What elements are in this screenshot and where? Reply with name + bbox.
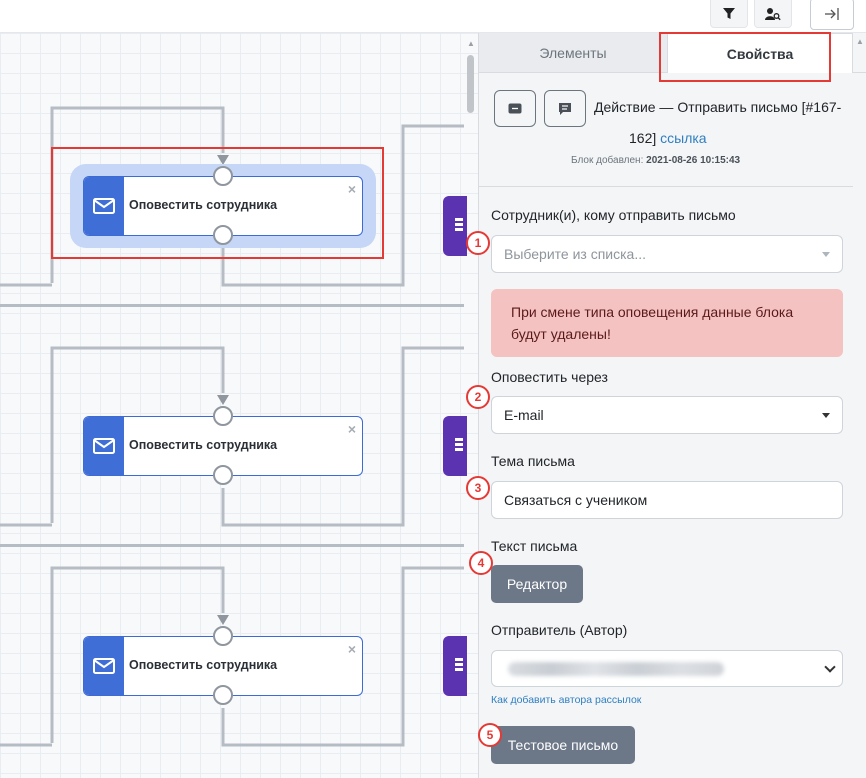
collapse-panel-icon: [825, 8, 839, 20]
canvas-scrollbar[interactable]: [467, 55, 474, 113]
block-added-date: Блок добавлен: 2021-08-26 10:15:43: [571, 155, 741, 166]
annotation-marker-2: 2: [466, 385, 490, 409]
block-info: Действие — Отправить письмо [#167- 162] …: [479, 74, 853, 187]
action-title: Действие — Отправить письмо [#167-: [594, 99, 842, 115]
message-button[interactable]: [544, 90, 586, 127]
employee-label: Сотрудник(и), кому отправить письмо: [491, 207, 736, 223]
subject-label: Тема письма: [491, 453, 575, 469]
envelope-icon: [84, 637, 124, 695]
dropdown-caret-icon: [822, 252, 830, 257]
warning-alert: При смене типа оповещения данные блока б…: [491, 289, 843, 357]
comment-icon: [508, 103, 522, 113]
collapse-panel-button[interactable]: [810, 0, 854, 30]
close-icon[interactable]: ×: [348, 422, 356, 436]
sender-value-redacted: [508, 662, 724, 676]
annotation-marker-3: 3: [466, 476, 490, 500]
annotation-marker-5: 5: [478, 723, 502, 747]
filter-button[interactable]: [710, 0, 748, 28]
annotation-tab-highlight: [659, 32, 831, 82]
scroll-up-arrow[interactable]: ▲: [467, 39, 475, 48]
close-icon[interactable]: ×: [348, 642, 356, 656]
top-toolbar: [0, 0, 866, 33]
employee-select[interactable]: Выберите из списка...: [491, 235, 843, 273]
test-email-button[interactable]: Тестовое письмо: [491, 726, 635, 764]
filter-icon: [723, 7, 735, 19]
group-separator: [0, 544, 464, 547]
block-link[interactable]: ссылка: [660, 130, 706, 146]
notify-via-select[interactable]: E-mail: [491, 396, 843, 434]
chevron-down-icon: [824, 661, 836, 673]
panel-scroll-up-arrow[interactable]: ▲: [856, 37, 864, 46]
input-port[interactable]: [213, 626, 233, 646]
action-node-partial[interactable]: [443, 416, 467, 476]
notify-via-label: Оповестить через: [491, 369, 608, 385]
tab-elements[interactable]: Элементы: [479, 33, 667, 73]
dropdown-caret-icon: [822, 413, 830, 418]
annotation-highlight-box: [51, 147, 384, 259]
body-label: Текст письма: [491, 538, 578, 554]
sender-label: Отправитель (Автор): [491, 622, 628, 638]
properties-panel: Элементы Свойства ▲ Действие — Отправить…: [478, 33, 866, 778]
action-title-continued: 162] ссылка: [629, 130, 707, 146]
output-port[interactable]: [213, 685, 233, 705]
action-node-partial[interactable]: [443, 196, 467, 256]
annotation-marker-1: 1: [466, 231, 490, 255]
user-search-icon: [765, 7, 781, 20]
annotation-marker-4: 4: [469, 551, 493, 575]
sender-select[interactable]: [491, 650, 843, 687]
user-search-button[interactable]: [754, 0, 792, 28]
subject-input[interactable]: Связаться с учеником: [491, 481, 843, 519]
flow-canvas[interactable]: Оповестить сотрудника × Оповестить сотру…: [0, 33, 478, 778]
action-node-partial[interactable]: [443, 636, 467, 696]
envelope-icon: [84, 417, 124, 475]
node-label: Оповестить сотрудника: [129, 438, 278, 452]
comment-button[interactable]: [494, 90, 536, 127]
add-author-help-link[interactable]: Как добавить автора рассылок: [491, 694, 641, 706]
group-separator: [0, 304, 464, 307]
message-icon: [559, 102, 571, 115]
output-port[interactable]: [213, 465, 233, 485]
input-port[interactable]: [213, 406, 233, 426]
node-label: Оповестить сотрудника: [129, 658, 278, 672]
editor-button[interactable]: Редактор: [491, 565, 583, 603]
